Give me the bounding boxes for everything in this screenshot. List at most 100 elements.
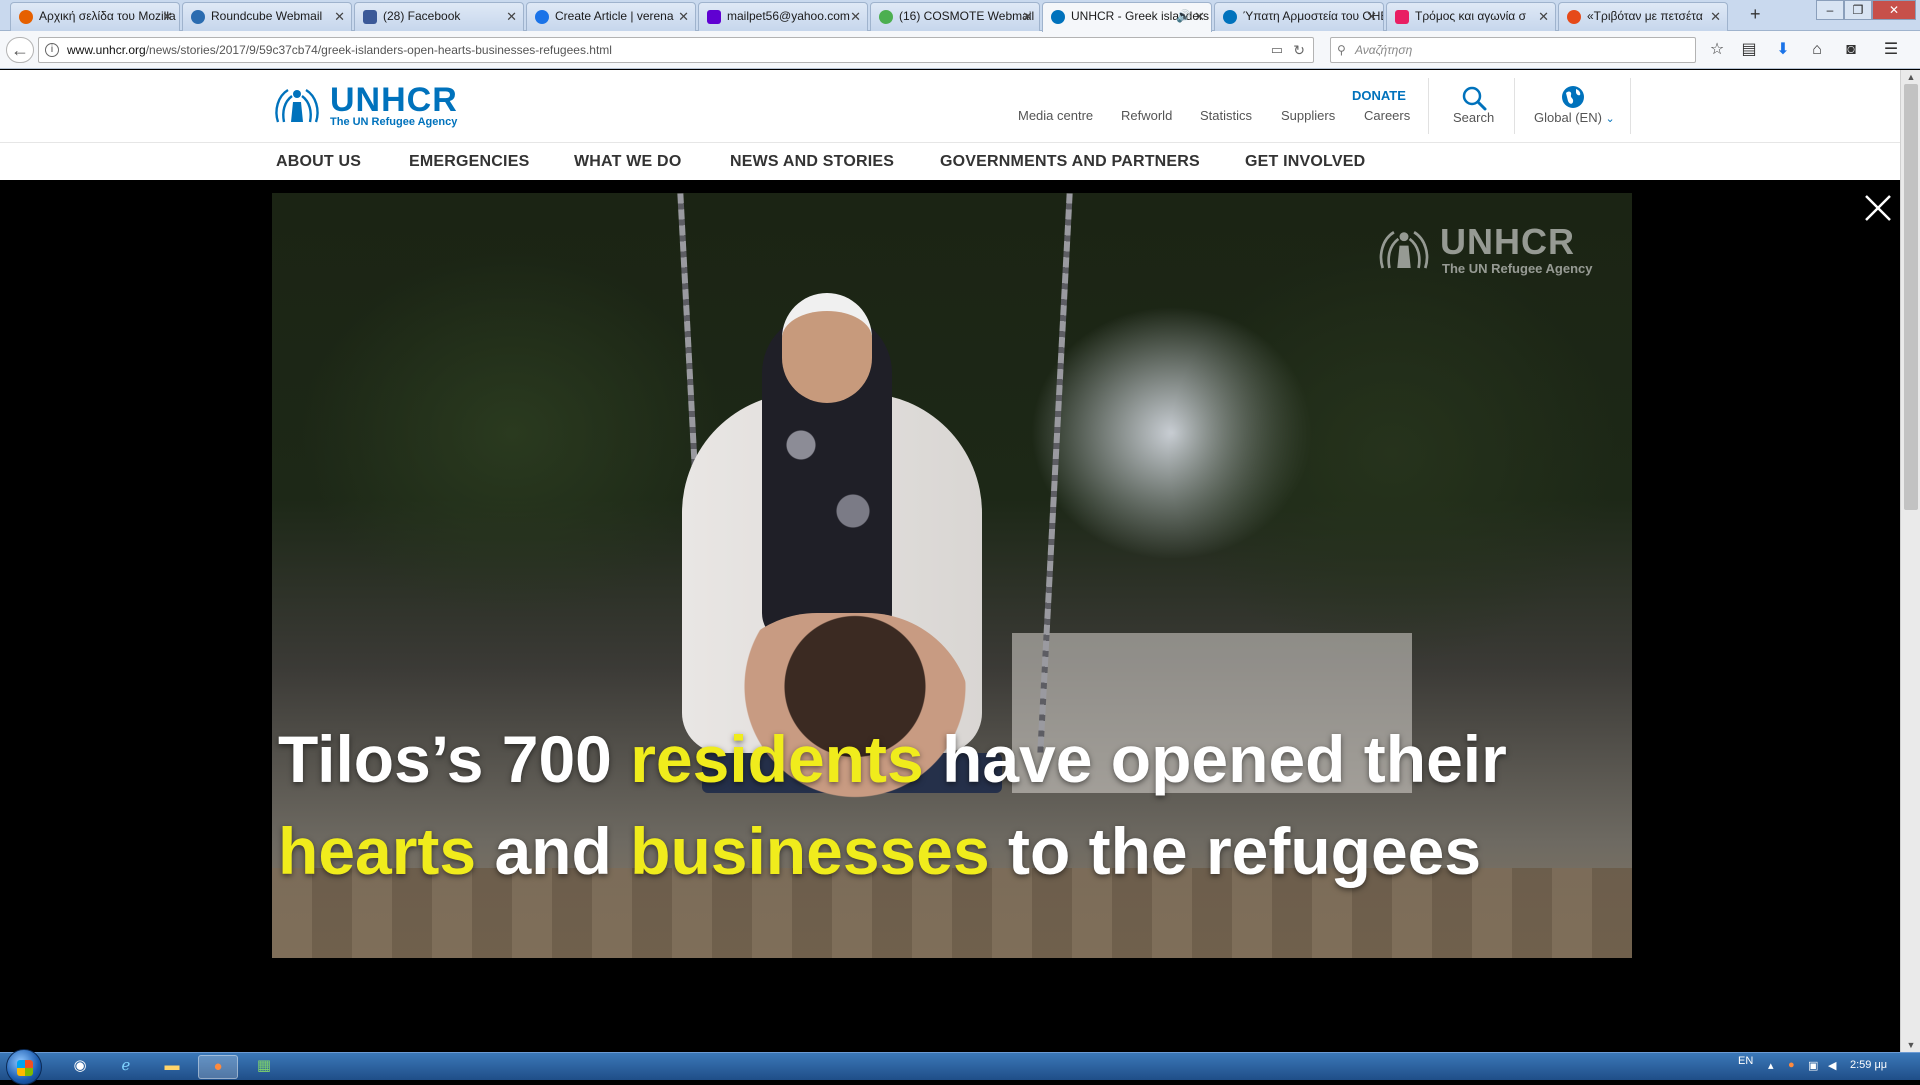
tray-expand-icon[interactable]: ▴: [1768, 1059, 1774, 1072]
facebook-icon: [363, 10, 377, 24]
clock[interactable]: 2:59 μμ: [1850, 1059, 1887, 1071]
nav-emergencies[interactable]: EMERGENCIES: [409, 153, 529, 171]
scroll-down-icon[interactable]: ▼: [1905, 1040, 1917, 1050]
caption-highlight: residents: [630, 722, 924, 796]
tab-close-icon[interactable]: ✕: [334, 3, 345, 30]
search-icon[interactable]: [1460, 84, 1488, 112]
language-indicator[interactable]: EN: [1738, 1055, 1753, 1067]
tab-close-icon[interactable]: ✕: [1022, 3, 1033, 30]
avast-icon[interactable]: ●: [1788, 1059, 1795, 1071]
pocket-icon[interactable]: ◙: [1840, 40, 1862, 62]
new-tab-button[interactable]: +: [1750, 4, 1761, 25]
download-icon[interactable]: ⬇: [1772, 40, 1794, 62]
watermark-wordmark: UNHCR: [1440, 221, 1575, 262]
caption-text: to the refugees: [989, 814, 1482, 888]
tab-title: Roundcube Webmail: [211, 9, 323, 23]
site-info-icon[interactable]: i: [45, 43, 59, 57]
minimize-button[interactable]: –: [1816, 0, 1844, 20]
tab-title: Αρχική σελίδα του Mozilla: [39, 9, 176, 23]
caption-highlight: hearts: [278, 814, 477, 888]
close-window-button[interactable]: ✕: [1872, 0, 1916, 20]
site-header: UNHCR The UN Refugee Agency Media centre…: [0, 70, 1900, 142]
unhcr-favicon: [1223, 10, 1237, 24]
tab-title: (16) COSMOTE Webmail: [899, 9, 1035, 23]
logo-wordmark: UNHCR: [330, 81, 458, 119]
nav-news-and-stories[interactable]: NEWS AND STORIES: [730, 153, 894, 171]
back-button[interactable]: ←: [6, 37, 34, 63]
navigation-toolbar: ← i www.unhcr.org/news/stories/2017/9/59…: [0, 31, 1920, 69]
media-centre-link[interactable]: Media centre: [1018, 108, 1093, 123]
nav-about-us[interactable]: ABOUT US: [276, 153, 361, 171]
scroll-up-icon[interactable]: ▲: [1905, 72, 1917, 82]
speaker-icon[interactable]: 🔊: [1176, 3, 1191, 30]
volume-icon[interactable]: ◀: [1828, 1059, 1836, 1072]
browser-tab[interactable]: Roundcube Webmail ✕: [182, 2, 352, 31]
tab-close-icon[interactable]: ✕: [506, 3, 517, 30]
caption-text: and: [476, 814, 631, 888]
browser-tab[interactable]: Αρχική σελίδα του Mozilla ✕: [10, 2, 180, 31]
careers-link[interactable]: Careers: [1364, 108, 1410, 123]
scrollbar-thumb[interactable]: [1904, 84, 1918, 510]
unhcr-logo[interactable]: UNHCR The UN Refugee Agency: [272, 82, 462, 130]
globe-icon[interactable]: [1560, 84, 1586, 110]
menu-icon[interactable]: ☰: [1880, 40, 1902, 62]
search-label[interactable]: Search: [1453, 110, 1494, 125]
logo-tagline: The UN Refugee Agency: [330, 116, 458, 128]
paint-icon[interactable]: ▦: [244, 1055, 284, 1079]
maximize-button[interactable]: ❐: [1844, 0, 1872, 20]
chrome-icon[interactable]: ◉: [60, 1055, 100, 1079]
tab-title: Create Article | verena: [555, 9, 674, 23]
nav-governments-and-partners[interactable]: GOVERNMENTS AND PARTNERS: [940, 153, 1200, 171]
search-icon: ⚲: [1337, 43, 1346, 57]
language-selector[interactable]: Global (EN) ⌄: [1534, 110, 1615, 125]
cosmote-icon: [879, 10, 893, 24]
page-scrollbar[interactable]: ▲ ▼: [1900, 70, 1920, 1052]
bookmarks-list-icon[interactable]: ▤: [1738, 40, 1760, 62]
donate-link[interactable]: DONATE: [1352, 88, 1406, 103]
reload-icon[interactable]: ↻: [1293, 38, 1305, 62]
browser-tab[interactable]: «Τριβόταν με πετσέτα ✕: [1558, 2, 1728, 31]
home-icon[interactable]: ⌂: [1806, 40, 1828, 62]
video-player[interactable]: UNHCR The UN Refugee Agency Tilos’s 700 …: [272, 193, 1632, 958]
explorer-icon[interactable]: ▬: [152, 1055, 192, 1079]
bookmark-star-icon[interactable]: ☆: [1706, 40, 1728, 62]
browser-tab[interactable]: (28) Facebook ✕: [354, 2, 524, 31]
search-bar[interactable]: ⚲ Αναζήτηση: [1330, 37, 1696, 63]
url-bar[interactable]: i www.unhcr.org/news/stories/2017/9/59c3…: [38, 37, 1314, 63]
tab-title: «Τριβόταν με πετσέτα: [1587, 9, 1703, 23]
url-path: /news/stories/2017/9/59c37cb74/greek-isl…: [145, 43, 612, 57]
video-lightbox: UNHCR The UN Refugee Agency Tilos’s 700 …: [0, 180, 1900, 1052]
nav-get-involved[interactable]: GET INVOLVED: [1245, 153, 1365, 171]
unhcr-emblem-icon: [1379, 231, 1429, 269]
firefox-icon[interactable]: ●: [198, 1055, 238, 1079]
tab-title: Ύπατη Αρμοστεία του ΟΗΕ: [1243, 9, 1384, 23]
tab-close-icon[interactable]: ✕: [1710, 3, 1721, 30]
browser-tab-active[interactable]: UNHCR - Greek islanders 🔊 ✕: [1042, 2, 1212, 32]
nav-what-we-do[interactable]: WHAT WE DO: [574, 153, 681, 171]
browser-tab[interactable]: Τρόμος και αγωνία σ ✕: [1386, 2, 1556, 31]
back-arrow-icon: ←: [11, 40, 29, 60]
browser-tab[interactable]: Create Article | verena ✕: [526, 2, 696, 31]
network-icon[interactable]: ▣: [1808, 1059, 1818, 1072]
tab-close-icon[interactable]: ✕: [1194, 3, 1205, 30]
roundcube-icon: [191, 10, 205, 24]
tab-close-icon[interactable]: ✕: [678, 3, 689, 30]
search-placeholder: Αναζήτηση: [1355, 43, 1413, 57]
reader-view-icon[interactable]: ▭: [1271, 38, 1283, 62]
browser-tab[interactable]: mailpet56@yahoo.com ✕: [698, 2, 868, 31]
suppliers-link[interactable]: Suppliers: [1281, 108, 1335, 123]
browser-tab[interactable]: (16) COSMOTE Webmail ✕: [870, 2, 1040, 31]
tab-close-icon[interactable]: ✕: [1538, 3, 1549, 30]
statistics-link[interactable]: Statistics: [1200, 108, 1252, 123]
browser-tab[interactable]: Ύπατη Αρμοστεία του ΟΗΕ ✕: [1214, 2, 1384, 31]
header-divider: [1630, 78, 1631, 134]
ie-icon[interactable]: ℯ: [106, 1055, 146, 1079]
url-domain: www.unhcr.org: [67, 43, 146, 57]
close-icon[interactable]: [1862, 192, 1894, 224]
refworld-link[interactable]: Refworld: [1121, 108, 1172, 123]
tab-close-icon[interactable]: ✕: [162, 3, 173, 30]
tab-close-icon[interactable]: ✕: [850, 3, 861, 30]
header-divider: [1514, 78, 1515, 134]
news-icon: [1395, 10, 1409, 24]
tab-close-icon[interactable]: ✕: [1366, 3, 1377, 30]
